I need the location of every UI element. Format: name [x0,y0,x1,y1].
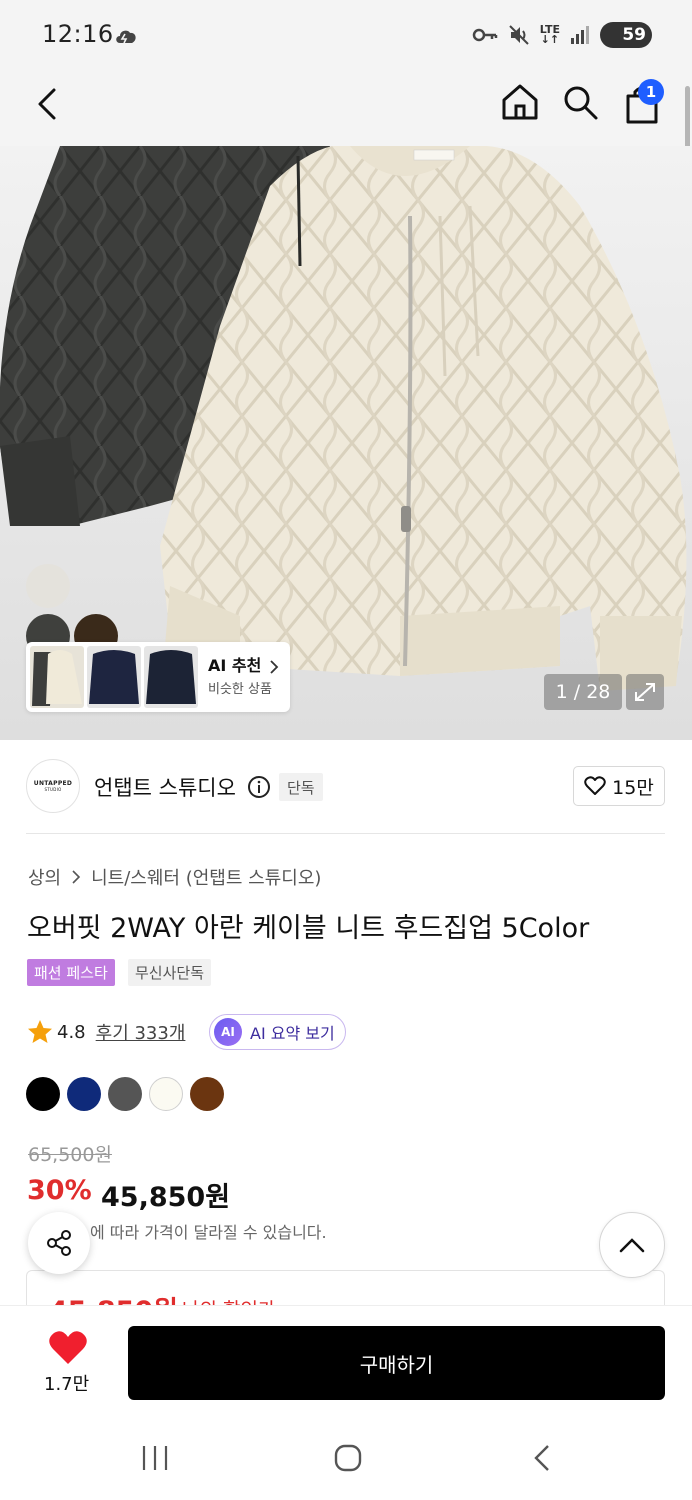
color-options [26,1077,224,1111]
share-icon [47,1230,71,1256]
chevron-right-icon [72,870,81,884]
battery-indicator: 59 [600,22,652,48]
product-title: 오버핏 2WAY 아란 케이블 니트 후드집업 5Color [27,913,590,944]
system-navigation-bar [0,1410,692,1500]
ai-recommend-title: AI 추천 [208,652,279,676]
recommendation-thumbnail[interactable] [144,646,198,708]
original-price: 65,500원 [28,1144,112,1166]
review-count-link[interactable]: 후기 333개 [96,1019,186,1045]
star-icon [28,1020,52,1043]
color-option-gray[interactable] [108,1077,142,1111]
recommendation-thumbnail[interactable] [30,646,84,708]
heart-filled-icon[interactable] [48,1330,88,1366]
network-indicator: LTE ↓↑ [539,23,560,46]
ai-recommend-subtitle: 비슷한 상품 [208,682,272,697]
brand-name[interactable]: 언탭트 스튜디오 [94,772,236,802]
top-nav [0,72,692,146]
buy-button[interactable]: 구매하기 [128,1326,665,1400]
scroll-to-top-button[interactable] [599,1212,665,1278]
gallery-color-swatch[interactable] [26,564,70,608]
brand-like-count: 15만 [612,776,654,799]
sale-price: 45,850원 [101,1182,231,1213]
system-back-icon[interactable] [530,1444,554,1472]
ai-recommendation-card[interactable]: AI 추천 비슷한 상품 [26,642,290,712]
color-option-ivory[interactable] [149,1077,183,1111]
cart-count-badge: 1 [638,79,664,105]
share-button[interactable] [28,1212,90,1274]
divider [26,833,665,834]
rating-row: 4.8 후기 333개 [27,1014,185,1050]
recommendation-thumbnail[interactable] [87,646,141,708]
chevron-right-icon [270,659,279,674]
discount-rate: 30% [27,1175,92,1206]
product-image-gallery[interactable]: AI 추천 비슷한 상품 1 / 28 [0,146,692,740]
breadcrumb: 상의 니트/스웨터 (언탭트 스튜디오) [28,864,321,890]
home-button-icon[interactable] [333,1444,363,1472]
rating-score: 4.8 [57,1021,86,1043]
scrollbar-thumb[interactable] [685,86,690,154]
heart-outline-icon [584,776,606,795]
color-option-brown[interactable] [190,1077,224,1111]
brand-logo[interactable]: UNTAPPED STUDIO [26,759,80,813]
exclusive-tag: 단독 [279,773,323,801]
breadcrumb-item[interactable]: 상의 [28,864,61,890]
ai-summary-label: AI 요약 보기 [250,1024,335,1043]
signal-icon [571,26,589,44]
exclusive-tag: 무신사단독 [128,959,212,986]
recent-apps-icon[interactable] [140,1444,170,1472]
status-icons: LTE ↓↑ 59 [472,20,652,50]
info-icon[interactable] [247,775,271,799]
my-price-box[interactable]: 45,850원 나의 할인가 [26,1270,665,1310]
color-option-black[interactable] [26,1077,60,1111]
chevron-up-icon [619,1238,645,1253]
mute-icon [509,25,529,45]
festa-tag: 패션 페스타 [27,959,115,986]
expand-icon [635,683,655,701]
key-icon [472,28,498,42]
home-icon[interactable] [500,82,540,122]
price-notice: 에 따라 가격이 달라질 수 있습니다. [90,1223,327,1242]
wish-count: 1.7만 [44,1374,90,1395]
ai-summary-button[interactable]: AI AI 요약 보기 [209,1014,346,1050]
search-icon[interactable] [560,82,600,122]
brand-like-button[interactable]: 15만 [573,766,665,806]
breadcrumb-item[interactable]: 니트/스웨터 (언탭트 스튜디오) [91,864,321,890]
image-counter: 1 / 28 [544,674,622,710]
ai-badge-icon: AI [214,1018,242,1046]
status-time: 12:16 [42,20,114,48]
expand-image-button[interactable] [626,674,664,710]
weather-icon [116,30,136,44]
color-option-navy[interactable] [67,1077,101,1111]
back-arrow-icon[interactable] [30,84,70,124]
status-bar: 12:16 LTE ↓↑ 59 [0,0,692,72]
bottom-action-bar: 1.7만 구매하기 [0,1305,692,1410]
